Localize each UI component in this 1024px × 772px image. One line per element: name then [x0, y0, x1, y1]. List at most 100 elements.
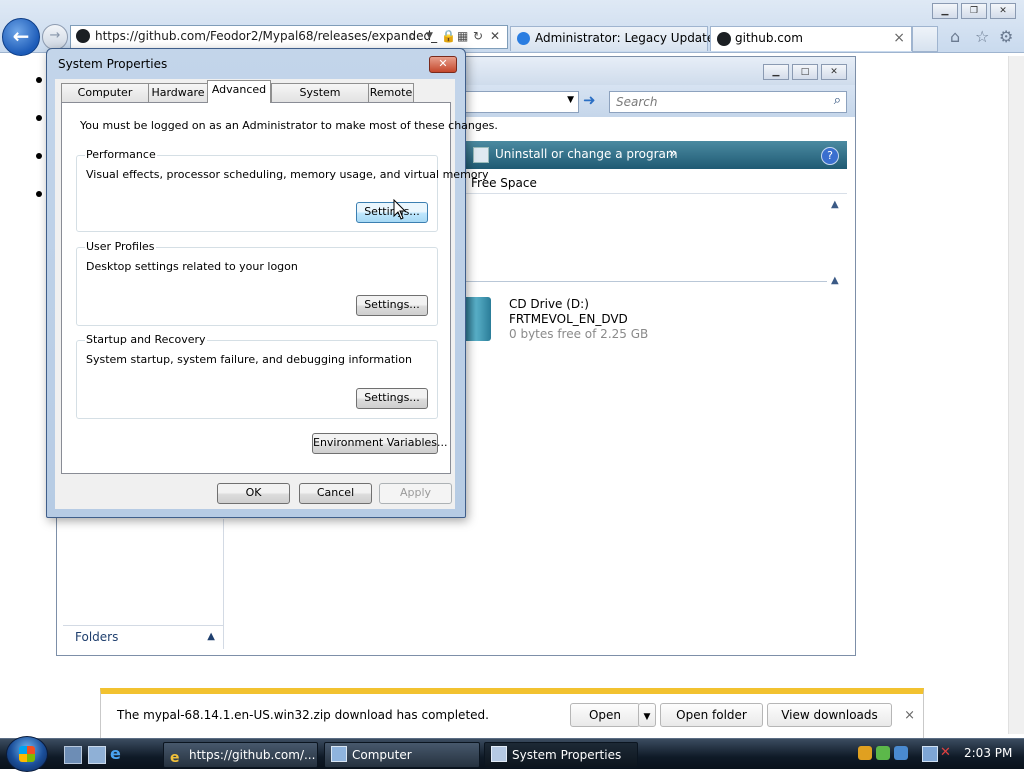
volume-muted-icon[interactable]: ✕ — [940, 746, 954, 760]
switch-windows-icon[interactable] — [88, 746, 106, 764]
show-desktop-icon[interactable] — [64, 746, 82, 764]
address-bar[interactable]: https://github.com/Feodor2/Mypal68/relea… — [70, 25, 508, 49]
windows-security-icon[interactable] — [894, 746, 908, 760]
tab-remote[interactable]: Remote — [368, 83, 414, 102]
group-performance: Performance Visual effects, processor sc… — [76, 148, 489, 232]
update-icon[interactable] — [876, 746, 890, 760]
dropdown-arrow-icon[interactable]: ▼ — [567, 95, 574, 105]
explorer-address-bar[interactable]: ▼ — [465, 91, 579, 113]
explorer-search-input[interactable]: Search ⌕ — [609, 91, 847, 113]
help-icon[interactable]: ? — [821, 147, 839, 165]
advanced-tab-panel: You must be logged on as an Administrato… — [61, 102, 498, 474]
tools-gear-icon[interactable]: ⚙ — [999, 27, 1013, 46]
group-description: Desktop settings related to your logon — [86, 260, 298, 273]
page-scrollbar[interactable] — [1008, 56, 1024, 734]
maximize-icon[interactable]: □ — [792, 64, 818, 80]
home-icon[interactable]: ⌂ — [950, 27, 960, 46]
ok-button[interactable]: OK — [217, 483, 290, 504]
go-arrow-icon[interactable]: ➜ — [583, 91, 596, 109]
environment-variables-button[interactable]: Environment Variables... — [312, 433, 448, 454]
mouse-cursor-icon — [393, 199, 407, 220]
uninstall-program-button[interactable]: Uninstall or change a program — [495, 147, 678, 161]
forward-button[interactable]: → — [42, 24, 68, 50]
dialog-close-button[interactable]: ✕ — [429, 56, 457, 73]
tab-advanced[interactable]: Advanced — [207, 80, 271, 103]
taskbar-item-label: https://github.com/... — [189, 748, 316, 762]
tab-label: Administrator: Legacy Update — [535, 31, 715, 45]
tab-github[interactable]: github.com × — [710, 26, 912, 51]
collapse-group-icon[interactable]: ▲ — [831, 199, 839, 210]
dialog-body: Computer Name Hardware Advanced System P… — [55, 79, 498, 509]
cd-drive-free-space: 0 bytes free of 2.25 GB — [509, 327, 649, 341]
minimize-icon[interactable]: ▁ — [763, 64, 789, 80]
dropdown-arrow-icon[interactable]: ▼ — [426, 31, 433, 41]
taskbar-item-label: System Properties — [512, 748, 622, 762]
taskbar-item-system-properties[interactable]: System Properties — [484, 742, 638, 768]
cd-drive-name[interactable]: CD Drive (D:) — [509, 297, 589, 311]
user-profiles-settings-button[interactable]: Settings... — [356, 295, 428, 316]
collapse-group-icon[interactable]: ▲ — [831, 275, 839, 286]
tab-computer-name[interactable]: Computer Name — [61, 83, 149, 117]
column-header-free-space[interactable]: Free Space — [465, 173, 847, 194]
bullet-icon — [36, 115, 42, 121]
close-icon[interactable]: ✕ — [990, 3, 1016, 19]
legacy-update-icon — [517, 32, 530, 45]
view-downloads-button[interactable]: View downloads — [767, 703, 892, 727]
network-icon[interactable] — [922, 746, 938, 762]
startup-recovery-settings-button[interactable]: Settings... — [356, 388, 428, 409]
taskbar-clock[interactable]: 2:03 PM — [964, 746, 1012, 760]
browser-window-controls: ▁ ❐ ✕ — [929, 2, 1016, 19]
close-icon[interactable]: × — [904, 708, 915, 723]
back-button[interactable]: ← — [2, 18, 40, 56]
open-button[interactable]: Open — [570, 703, 640, 727]
github-icon — [76, 29, 90, 43]
taskbar: e e https://github.com/... Computer Syste… — [0, 736, 1024, 772]
stop-icon[interactable]: ✕ — [490, 29, 500, 43]
system-properties-icon — [491, 746, 507, 762]
cancel-button[interactable]: Cancel — [299, 483, 372, 504]
arrow-right-icon: → — [49, 28, 61, 43]
group-title: User Profiles — [85, 240, 156, 253]
close-icon: ✕ — [438, 57, 448, 70]
refresh-icon[interactable]: ↻ — [473, 29, 483, 43]
windows-logo-icon — [19, 746, 35, 762]
new-tab-button[interactable] — [912, 26, 938, 52]
performance-settings-button[interactable]: Settings... — [356, 202, 428, 223]
dropdown-arrow-icon: ▼ — [643, 712, 651, 722]
search-icon[interactable]: ⌕ — [834, 93, 841, 108]
apply-button[interactable]: Apply — [379, 483, 452, 504]
address-url[interactable]: https://github.com/Feodor2/Mypal68/relea… — [95, 29, 437, 43]
tab-close-icon[interactable]: × — [893, 30, 905, 46]
search-icon[interactable]: ⌕ — [409, 29, 416, 44]
tab-system-protection[interactable]: System Protection — [271, 83, 369, 117]
folders-toggle[interactable]: Folders ▲ — [63, 625, 223, 650]
group-description: Visual effects, processor scheduling, me… — [86, 168, 489, 181]
ie-icon[interactable]: e — [110, 746, 126, 762]
ie-icon: e — [170, 750, 180, 766]
open-dropdown-button[interactable]: ▼ — [638, 703, 656, 727]
download-notification-bar: The mypal-68.14.1.en-US.win32.zip downlo… — [100, 688, 924, 743]
taskbar-item-computer[interactable]: Computer — [324, 742, 480, 768]
more-commands-icon[interactable]: » — [669, 146, 677, 161]
group-title: Startup and Recovery — [85, 333, 207, 346]
group-user-profiles: User Profiles Desktop settings related t… — [76, 240, 438, 326]
explorer-command-bar: Uninstall or change a program » ? — [465, 141, 847, 169]
tab-legacy-update[interactable]: Administrator: Legacy Update — [510, 26, 714, 51]
favorites-star-icon[interactable]: ☆ — [975, 27, 989, 46]
browser-toolbar: ← → https://github.com/Feodor2/Mypal68/r… — [0, 0, 1024, 56]
lock-icon[interactable]: 🔒 — [441, 29, 456, 43]
taskbar-item-label: Computer — [352, 748, 412, 762]
system-properties-dialog: System Properties ✕ Computer Name Hardwa… — [46, 48, 498, 518]
taskbar-item-browser[interactable]: e https://github.com/... — [163, 742, 318, 768]
tab-hardware[interactable]: Hardware — [148, 83, 208, 102]
open-folder-button[interactable]: Open folder — [660, 703, 763, 727]
chevron-up-icon: ▲ — [207, 631, 215, 642]
close-icon[interactable]: ✕ — [821, 64, 847, 80]
start-button[interactable] — [6, 736, 48, 772]
restore-icon[interactable]: ❐ — [961, 3, 987, 19]
download-message: The mypal-68.14.1.en-US.win32.zip downlo… — [117, 708, 489, 722]
compatibility-view-icon[interactable]: ▦ — [457, 29, 468, 43]
security-shield-icon[interactable] — [858, 746, 872, 760]
folders-label: Folders — [75, 630, 119, 644]
minimize-icon[interactable]: ▁ — [932, 3, 958, 19]
